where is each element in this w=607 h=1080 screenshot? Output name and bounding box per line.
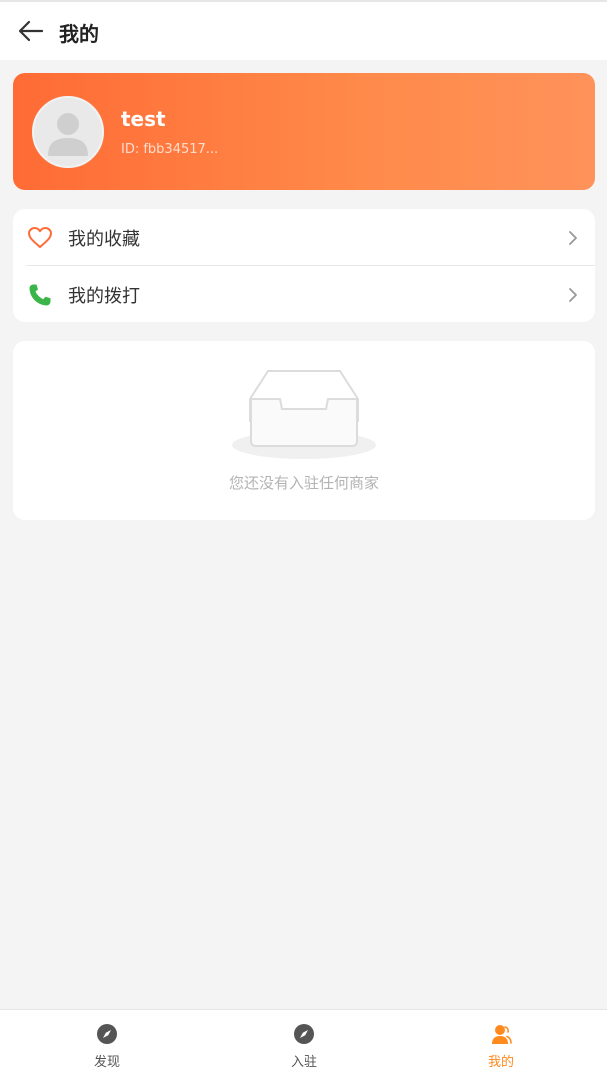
empty-state-text: 您还没有入驻任何商家 <box>228 474 379 492</box>
menu-item-favorites[interactable]: 我的收藏 <box>13 209 595 265</box>
user-icon <box>492 1025 512 1044</box>
menu-item-label: 我的拨打 <box>68 286 140 307</box>
heart-icon <box>28 227 52 248</box>
profile-card[interactable]: test ID: fbb34517... <box>13 73 595 190</box>
tab-label: 我的 <box>487 1055 514 1070</box>
chevron-right-icon <box>569 231 577 245</box>
menu-item-calls[interactable]: 我的拨打 <box>13 266 595 322</box>
tab-mine[interactable]: 我的 <box>400 1010 602 1080</box>
tab-settle-in[interactable]: 入驻 <box>203 1010 405 1080</box>
compass-icon <box>294 1024 314 1044</box>
tab-discover[interactable]: 发现 <box>6 1010 208 1080</box>
default-avatar-icon <box>48 113 88 156</box>
chevron-right-icon <box>569 288 577 302</box>
compass-icon <box>97 1024 117 1044</box>
phone-icon <box>29 284 51 306</box>
user-id: ID: fbb34517... <box>121 142 219 157</box>
tab-label: 发现 <box>93 1055 120 1070</box>
menu-item-label: 我的收藏 <box>68 229 140 250</box>
page-title: 我的 <box>59 22 99 46</box>
empty-state-card: 您还没有入驻任何商家 <box>13 341 595 520</box>
bottom-tab-bar: 发现 入驻 我的 <box>0 1009 607 1080</box>
back-button[interactable] <box>14 16 48 46</box>
arrow-left-icon <box>18 20 44 42</box>
top-bar: 我的 <box>0 0 607 60</box>
username: test <box>121 107 166 131</box>
avatar[interactable] <box>32 96 104 168</box>
empty-inbox-icon <box>232 370 376 459</box>
tab-label: 入驻 <box>290 1055 317 1070</box>
menu-list: 我的收藏 我的拨打 <box>13 209 595 322</box>
